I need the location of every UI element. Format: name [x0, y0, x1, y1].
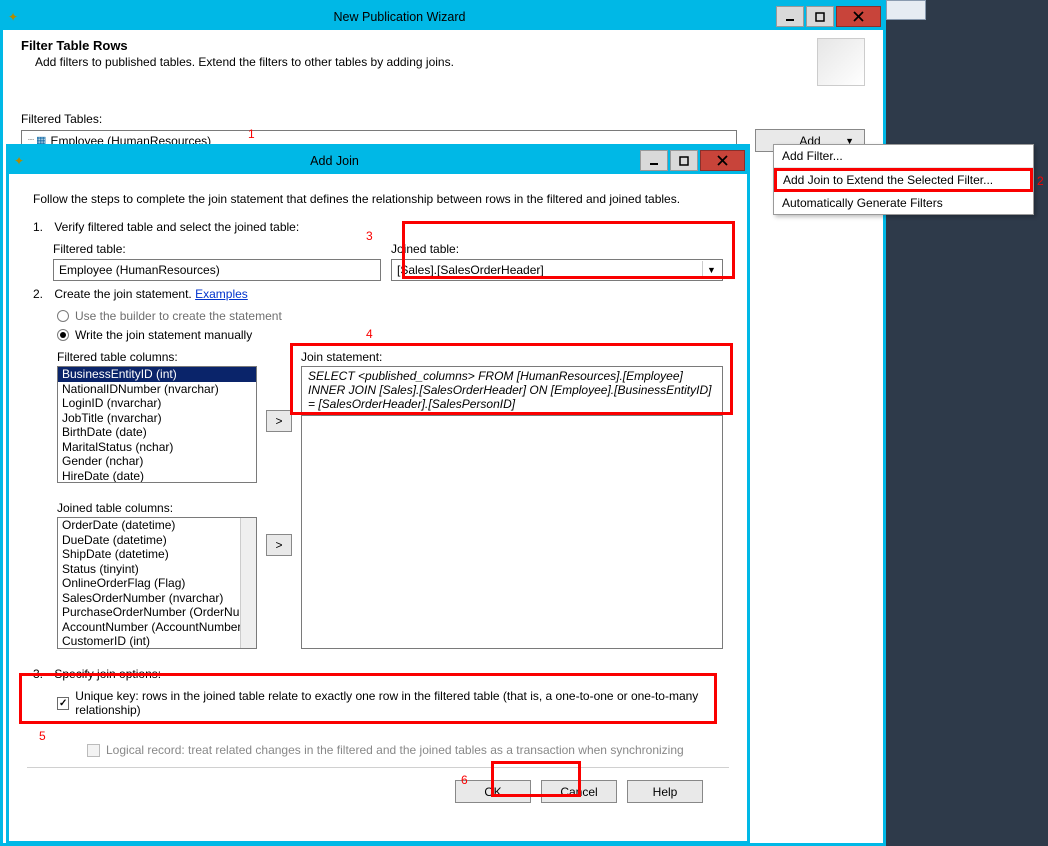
examples-link[interactable]: Examples: [195, 287, 248, 301]
list-item[interactable]: LoginID (nvarchar): [58, 396, 256, 411]
step2-number: 2.: [33, 287, 51, 301]
radio-icon-on: [57, 329, 69, 341]
outer-minimize-button[interactable]: [776, 6, 804, 27]
join-stmt-label: Join statement:: [301, 350, 723, 364]
help-button[interactable]: Help: [627, 780, 703, 803]
list-item[interactable]: OnlineOrderFlag (Flag): [58, 576, 256, 591]
filtered-table-label: Filtered table:: [53, 242, 381, 256]
checkbox-disabled-icon: [87, 744, 100, 757]
filtered-table-value: Employee (HumanResources): [59, 263, 220, 277]
annotation-2: 2: [1037, 174, 1044, 188]
list-item[interactable]: HireDate (date): [58, 469, 256, 484]
annotation-5: 5: [39, 729, 46, 743]
inner-titlebar: ✦ Add Join: [9, 147, 747, 174]
list-item[interactable]: NationalIDNumber (nvarchar): [58, 382, 256, 397]
filtered-table-field: Employee (HumanResources): [53, 259, 381, 281]
list-item[interactable]: BirthDate (date): [58, 425, 256, 440]
list-item[interactable]: AccountNumber (AccountNumber): [58, 620, 256, 635]
annotation-6: 6: [461, 773, 468, 787]
outer-maximize-button[interactable]: [806, 6, 834, 27]
filtered-tables-label: Filtered Tables:: [21, 112, 865, 126]
filtered-cols-list[interactable]: BusinessEntityID (int) NationalIDNumber …: [57, 366, 257, 483]
add-join-window: ✦ Add Join Follow the steps to complete …: [6, 144, 750, 844]
list-item[interactable]: SalesOrderNumber (nvarchar): [58, 591, 256, 606]
inner-title: Add Join: [29, 154, 640, 168]
bg-panel: [886, 0, 926, 20]
scrollbar[interactable]: [240, 518, 256, 648]
move-right-button-2[interactable]: >: [266, 534, 292, 556]
joined-table-combo[interactable]: [Sales].[SalesOrderHeader] ▼: [391, 259, 723, 281]
annotation-1: 1: [248, 127, 255, 141]
list-item[interactable]: SalesPersonID (int): [58, 649, 256, 650]
unique-key-label: Unique key: rows in the joined table rel…: [75, 689, 723, 717]
radio-builder-label: Use the builder to create the statement: [75, 309, 282, 323]
list-item[interactable]: CustomerID (int): [58, 634, 256, 649]
logical-record-checkbox-row: Logical record: treat related changes in…: [33, 743, 723, 757]
add-dropdown-menu: Add Filter... Add Join to Extend the Sel…: [773, 144, 1034, 215]
join-icon: ✦: [9, 154, 29, 168]
joined-cols-list[interactable]: OrderDate (datetime) DueDate (datetime) …: [57, 517, 257, 649]
move-right-button-1[interactable]: >: [266, 410, 292, 432]
inner-close-button[interactable]: [700, 150, 745, 171]
list-item[interactable]: JobTitle (nvarchar): [58, 411, 256, 426]
combo-arrow-icon[interactable]: ▼: [702, 261, 720, 279]
outer-title: New Publication Wizard: [23, 10, 776, 24]
header-panel: Filter Table Rows Add filters to publish…: [3, 30, 883, 90]
list-item[interactable]: BusinessEntityID (int): [58, 367, 256, 382]
step3-number: 3.: [33, 667, 51, 681]
inner-maximize-button[interactable]: [670, 150, 698, 171]
list-item[interactable]: Status (tinyint): [58, 562, 256, 577]
step3-label: Specify join options:: [54, 667, 161, 681]
annotation-4: 4: [366, 327, 373, 341]
outer-close-button[interactable]: [836, 6, 881, 27]
unique-key-checkbox-row[interactable]: Unique key: rows in the joined table rel…: [33, 689, 723, 717]
menu-add-join[interactable]: Add Join to Extend the Selected Filter..…: [774, 168, 1033, 192]
step1-label: Verify filtered table and select the joi…: [54, 220, 299, 234]
filtered-cols-label: Filtered table columns:: [57, 350, 257, 364]
annotation-3: 3: [366, 229, 373, 243]
menu-add-filter[interactable]: Add Filter...: [774, 145, 1033, 168]
wizard-icon: ✦: [3, 10, 23, 24]
list-item[interactable]: PurchaseOrderNumber (OrderNum: [58, 605, 256, 620]
radio-manual-label: Write the join statement manually: [75, 328, 252, 342]
checkbox-icon[interactable]: [57, 697, 69, 710]
joined-table-label: Joined table:: [391, 242, 723, 256]
join-stmt-text[interactable]: SELECT <published_columns> FROM [HumanRe…: [302, 367, 722, 416]
radio-icon: [57, 310, 69, 322]
intro-text: Follow the steps to complete the join st…: [33, 192, 723, 206]
logical-record-label: Logical record: treat related changes in…: [106, 743, 684, 757]
list-item[interactable]: MaritalStatus (nchar): [58, 440, 256, 455]
list-item[interactable]: DueDate (datetime): [58, 533, 256, 548]
inner-minimize-button[interactable]: [640, 150, 668, 171]
step1-number: 1.: [33, 220, 51, 234]
cancel-button[interactable]: Cancel: [541, 780, 617, 803]
step2-label: Create the join statement. Examples: [54, 287, 247, 301]
join-statement-textarea[interactable]: SELECT <published_columns> FROM [HumanRe…: [301, 366, 723, 649]
radio-manual[interactable]: Write the join statement manually: [33, 328, 723, 342]
list-item[interactable]: OrderDate (datetime): [58, 518, 256, 533]
joined-cols-label: Joined table columns:: [57, 501, 257, 515]
list-item[interactable]: ShipDate (datetime): [58, 547, 256, 562]
wizard-graphic-icon: [817, 38, 865, 86]
page-header: Filter Table Rows: [21, 38, 817, 53]
menu-auto-generate[interactable]: Automatically Generate Filters: [774, 192, 1033, 214]
list-item[interactable]: Gender (nchar): [58, 454, 256, 469]
joined-table-value: [Sales].[SalesOrderHeader]: [397, 263, 544, 277]
radio-builder[interactable]: Use the builder to create the statement: [33, 309, 723, 323]
page-subheader: Add filters to published tables. Extend …: [21, 55, 817, 69]
outer-titlebar: ✦ New Publication Wizard: [3, 3, 883, 30]
